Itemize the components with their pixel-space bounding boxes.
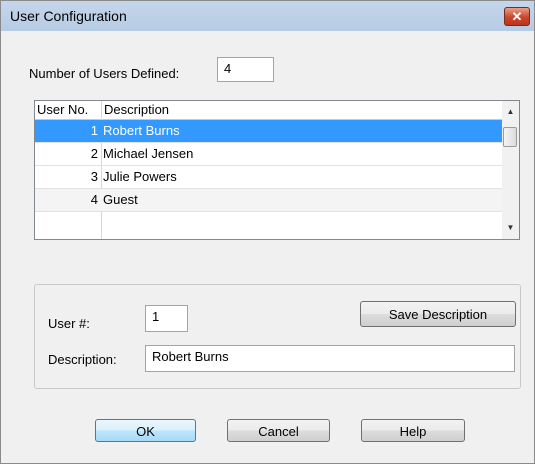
table-row[interactable]: 4 Guest: [35, 189, 502, 212]
cancel-button[interactable]: Cancel: [227, 419, 330, 442]
title-bar: User Configuration ✕: [1, 1, 534, 31]
description-input[interactable]: Robert Burns: [145, 345, 515, 372]
description-value: Robert Burns: [152, 349, 229, 364]
users-list[interactable]: User No. Description 1 Robert Burns 2 Mi…: [34, 100, 520, 240]
row-description: Robert Burns: [103, 123, 180, 138]
column-header-description[interactable]: Description: [104, 102, 169, 117]
user-number-input[interactable]: 1: [145, 305, 188, 332]
num-users-input[interactable]: 4: [217, 57, 274, 82]
ok-button[interactable]: OK: [95, 419, 196, 442]
num-users-label: Number of Users Defined:: [29, 66, 180, 81]
row-user-no: 4: [90, 192, 98, 207]
row-user-no: 3: [90, 169, 98, 184]
table-row[interactable]: [35, 212, 502, 235]
list-scrollbar[interactable]: ▲ ▼: [502, 101, 519, 239]
list-header: User No. Description: [35, 101, 502, 120]
user-number-label: User #:: [48, 316, 90, 331]
row-user-no: 1: [90, 123, 98, 138]
user-number-value: 1: [152, 309, 160, 324]
scroll-up-icon[interactable]: ▲: [502, 107, 519, 116]
scrollbar-thumb[interactable]: [503, 127, 517, 147]
table-row[interactable]: 1 Robert Burns: [35, 120, 502, 143]
table-row[interactable]: 3 Julie Powers: [35, 166, 502, 189]
description-label: Description:: [48, 352, 117, 367]
row-description: Julie Powers: [103, 169, 177, 184]
user-configuration-dialog: User Configuration ✕ Number of Users Def…: [0, 0, 535, 464]
table-row[interactable]: 2 Michael Jensen: [35, 143, 502, 166]
row-user-no: 2: [90, 146, 98, 161]
row-description: Guest: [103, 192, 138, 207]
help-button[interactable]: Help: [361, 419, 465, 442]
num-users-value: 4: [224, 61, 232, 76]
column-header-user-no[interactable]: User No.: [37, 102, 88, 117]
close-icon[interactable]: ✕: [504, 7, 530, 26]
window-title: User Configuration: [10, 8, 127, 24]
edit-groupbox: User #: 1 Save Description Description: …: [34, 284, 521, 389]
save-description-button[interactable]: Save Description: [360, 301, 516, 327]
scroll-down-icon[interactable]: ▼: [502, 223, 519, 232]
row-description: Michael Jensen: [103, 146, 194, 161]
